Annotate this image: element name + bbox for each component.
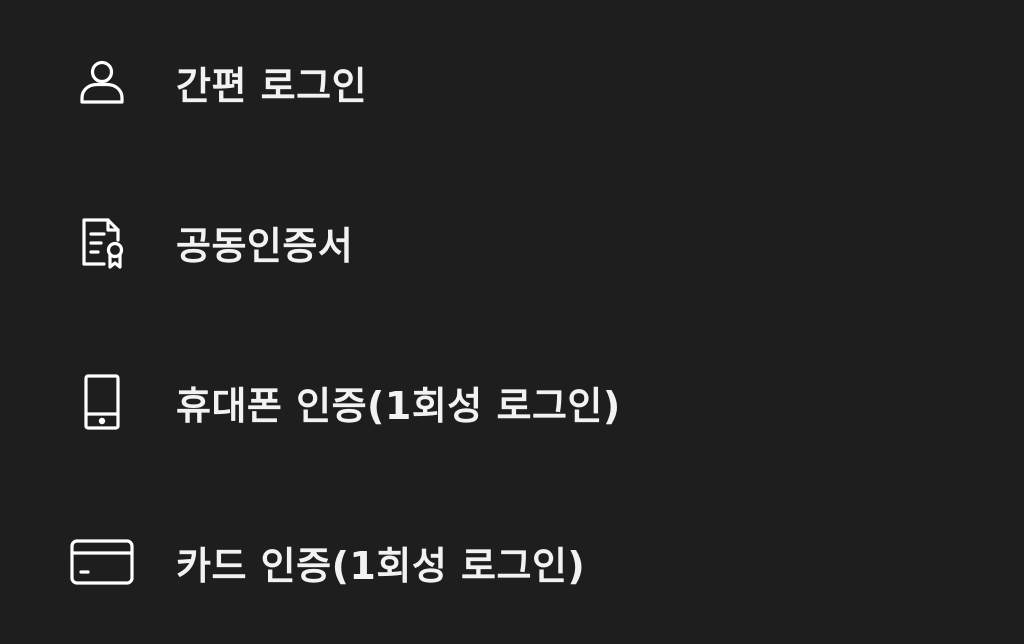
login-method-menu: 간편 로그인 공동인증서 휴대폰 인증(1회성 로그인) 카드 인증(1회성 로… [0, 0, 1024, 644]
menu-item-simple-login[interactable]: 간편 로그인 [0, 22, 1024, 142]
menu-item-card-auth[interactable]: 카드 인증(1회성 로그인) [0, 502, 1024, 622]
menu-item-label: 휴대폰 인증(1회성 로그인) [176, 383, 621, 428]
mobile-phone-icon [64, 364, 140, 440]
credit-card-icon [64, 524, 140, 600]
menu-item-label: 간편 로그인 [176, 63, 368, 108]
menu-item-label: 카드 인증(1회성 로그인) [176, 543, 586, 588]
menu-item-joint-certificate[interactable]: 공동인증서 [0, 182, 1024, 302]
menu-item-label: 공동인증서 [176, 223, 354, 268]
person-icon [64, 44, 140, 120]
menu-item-phone-auth[interactable]: 휴대폰 인증(1회성 로그인) [0, 342, 1024, 462]
certificate-icon [64, 204, 140, 280]
